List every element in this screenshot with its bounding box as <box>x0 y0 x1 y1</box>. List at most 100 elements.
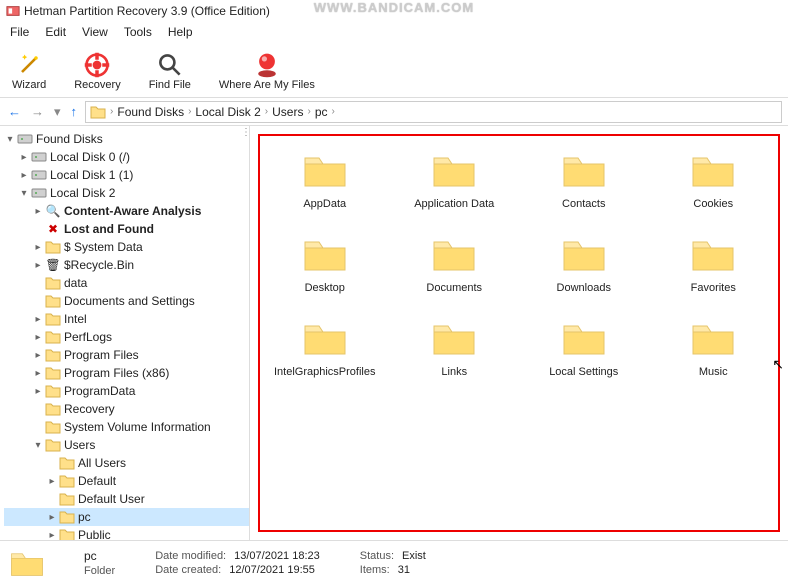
expand-icon[interactable]: ▸ <box>32 260 44 271</box>
tree-label: Users <box>64 438 95 452</box>
tree-label: Program Files <box>64 348 139 362</box>
expand-icon[interactable]: ▸ <box>46 476 58 487</box>
tree-lost-found[interactable]: ▸✖Lost and Found <box>4 220 249 238</box>
expand-icon[interactable]: ▸ <box>32 386 44 397</box>
folder-icon <box>691 320 735 356</box>
tree-default[interactable]: ▸Default <box>4 472 249 490</box>
tree-docsettings[interactable]: ▸Documents and Settings <box>4 292 249 310</box>
folder-label: Application Data <box>414 198 494 210</box>
folder-item[interactable]: IntelGraphicsProfiles <box>262 320 388 378</box>
nav-forward-icon[interactable]: → <box>29 104 46 119</box>
expand-icon[interactable]: ▸ <box>32 368 44 379</box>
wizard-label: Wizard <box>12 79 46 91</box>
splitter[interactable] <box>245 126 249 540</box>
tree-data[interactable]: ▸data <box>4 274 249 292</box>
folder-item[interactable]: Local Settings <box>521 320 647 378</box>
nav-dropdown-icon[interactable]: ▾ <box>52 104 63 120</box>
folder-icon <box>45 401 61 417</box>
collapse-icon[interactable]: ▾ <box>32 440 44 451</box>
folder-item[interactable]: Contacts <box>521 152 647 210</box>
tree-perflogs[interactable]: ▸PerfLogs <box>4 328 249 346</box>
breadcrumb-seg[interactable]: pc <box>315 105 328 119</box>
tree-recyclebin[interactable]: ▸🗑$Recycle.Bin <box>4 256 249 274</box>
recovery-button[interactable]: Recovery <box>74 51 120 91</box>
expand-icon[interactable]: ▸ <box>32 332 44 343</box>
wizard-button[interactable]: Wizard <box>12 51 46 91</box>
expand-icon[interactable]: ▸ <box>46 530 58 541</box>
folder-icon <box>59 455 75 471</box>
tree-root[interactable]: ▾Found Disks <box>4 130 249 148</box>
breadcrumb[interactable]: › Found Disks › Local Disk 2 › Users › p… <box>85 101 782 123</box>
tree-progfiles[interactable]: ▸ Program Files <box>4 346 249 364</box>
tree-pc[interactable]: ▸pc <box>4 508 249 526</box>
content-panel: AppData Application Data ContactsCookies De… <box>250 126 788 540</box>
status-items-label: Items: <box>360 564 390 576</box>
tree-allusers[interactable]: ▸All Users <box>4 454 249 472</box>
status-modified-label: Date modified: <box>155 550 226 562</box>
tree-svi[interactable]: ▸System Volume Information <box>4 418 249 436</box>
status-name: pc <box>84 549 115 563</box>
tree-content-analysis[interactable]: ▸🔍Content-Aware Analysis <box>4 202 249 220</box>
tree-progfilesx86[interactable]: ▸Program Files (x86) <box>4 364 249 382</box>
breadcrumb-seg[interactable]: Users <box>272 105 303 119</box>
tree-recovery[interactable]: ▸Recovery <box>4 400 249 418</box>
menu-edit[interactable]: Edit <box>39 24 72 40</box>
folder-item[interactable]: Application Data <box>392 152 518 210</box>
folder-item[interactable]: Desktop <box>262 236 388 294</box>
expand-icon[interactable]: ▸ <box>18 152 30 163</box>
menu-help[interactable]: Help <box>162 24 199 40</box>
folder-icon <box>45 347 61 363</box>
folder-item[interactable]: Music <box>651 320 777 378</box>
expand-icon[interactable]: ▸ <box>18 170 30 181</box>
menu-view[interactable]: View <box>76 24 114 40</box>
breadcrumb-seg[interactable]: Found Disks <box>117 105 184 119</box>
collapse-icon[interactable]: ▾ <box>4 134 16 145</box>
status-items: 31 <box>398 564 410 576</box>
expand-icon[interactable]: ▸ <box>46 512 58 523</box>
folder-item[interactable]: Favorites <box>651 236 777 294</box>
tree-intel[interactable]: ▸Intel <box>4 310 249 328</box>
folder-icon <box>303 236 347 272</box>
chevron-right-icon: › <box>184 106 195 117</box>
tree-defaultuser[interactable]: ▸Default User <box>4 490 249 508</box>
cursor-icon: ↖ <box>772 356 784 373</box>
expand-icon[interactable]: ▸ <box>32 350 44 361</box>
tree-systemdata[interactable]: ▸$ System Data <box>4 238 249 256</box>
folder-icon <box>59 491 75 507</box>
folder-item[interactable]: Downloads <box>521 236 647 294</box>
menu-file[interactable]: File <box>4 24 35 40</box>
tree-label: ProgramData <box>64 384 135 398</box>
tree-disk0[interactable]: ▸Local Disk 0 (/) <box>4 148 249 166</box>
expand-icon[interactable]: ▸ <box>32 314 44 325</box>
folder-icon <box>45 329 61 345</box>
findfile-label: Find File <box>149 79 191 91</box>
tree-disk1[interactable]: ▸ Local Disk 1 (1) <box>4 166 249 184</box>
chevron-right-icon: › <box>261 106 272 117</box>
recycle-icon: 🗑 <box>45 257 61 273</box>
menu-tools[interactable]: Tools <box>118 24 158 40</box>
tree-public[interactable]: ▸Public <box>4 526 249 540</box>
window-title: Hetman Partition Recovery 3.9 (Office Ed… <box>24 4 270 18</box>
collapse-icon[interactable]: ▾ <box>18 188 30 199</box>
folder-item[interactable]: Links <box>392 320 518 378</box>
folder-item[interactable]: Documents <box>392 236 518 294</box>
findfile-button[interactable]: Find File <box>149 51 191 91</box>
tree-users[interactable]: ▾ Users <box>4 436 249 454</box>
folder-icon <box>45 293 61 309</box>
folder-item[interactable]: Cookies <box>651 152 777 210</box>
nav-back-icon[interactable]: ← <box>6 104 23 119</box>
expand-icon[interactable]: ▸ <box>32 206 44 217</box>
disk-icon <box>31 185 47 201</box>
tree-programdata[interactable]: ▸ ProgramData <box>4 382 249 400</box>
folder-icon <box>59 527 75 540</box>
tree-disk2[interactable]: ▾Local Disk 2 <box>4 184 249 202</box>
folder-item[interactable]: AppData <box>262 152 388 210</box>
wherefiles-button[interactable]: Where Are My Files <box>219 51 315 91</box>
folder-icon <box>691 152 735 188</box>
folder-label: Favorites <box>691 282 736 294</box>
tree-label: Local Disk 1 (1) <box>50 168 133 182</box>
breadcrumb-seg[interactable]: Local Disk 2 <box>195 105 260 119</box>
tree-label: Recovery <box>64 402 115 416</box>
nav-up-icon[interactable]: ↑ <box>69 104 80 119</box>
expand-icon[interactable]: ▸ <box>32 242 44 253</box>
